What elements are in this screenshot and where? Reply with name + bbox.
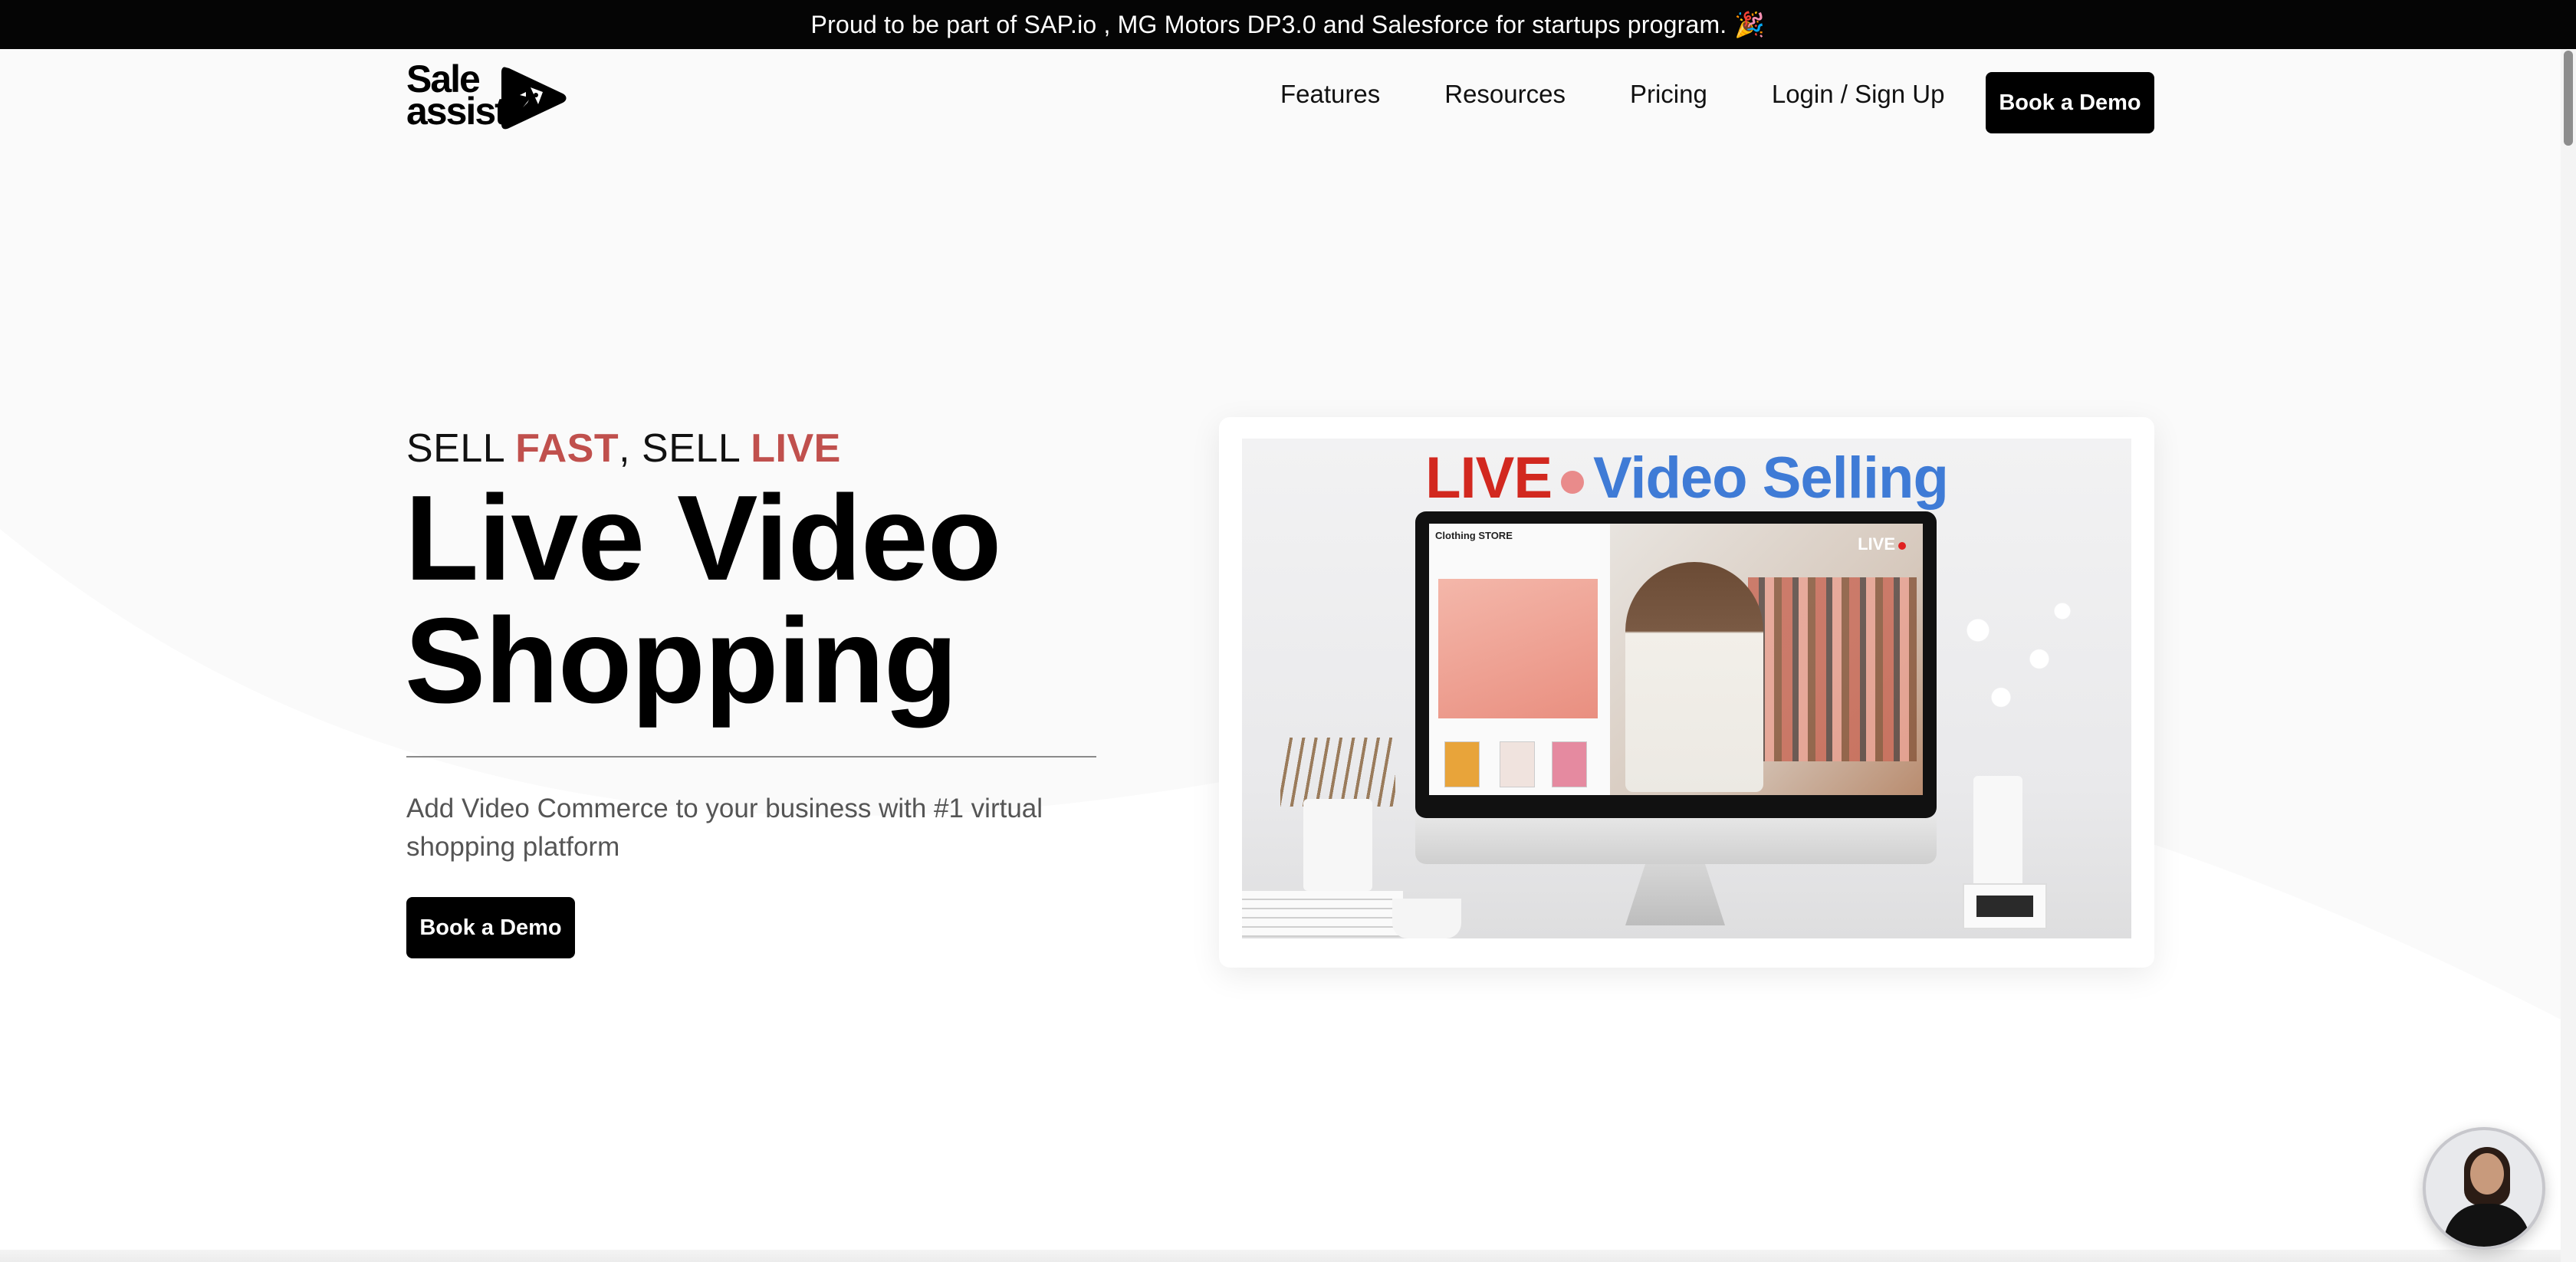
hero-book-demo-button[interactable]: Book a Demo bbox=[406, 897, 575, 958]
live-video-panel: LIVE bbox=[1610, 524, 1923, 795]
party-popper-icon: 🎉 bbox=[1734, 11, 1766, 38]
logo-text: Sale assist bbox=[406, 60, 508, 133]
scrollbar-thumb[interactable] bbox=[2564, 51, 2573, 146]
product-image bbox=[1438, 579, 1598, 718]
eyebrow-accent-fast: FAST bbox=[515, 426, 619, 471]
eyebrow-accent-live: LIVE bbox=[751, 426, 841, 471]
hero-subtitle: Add Video Commerce to your business with… bbox=[406, 794, 1043, 862]
main-nav: Features Resources Pricing Login / Sign … bbox=[1280, 80, 1945, 109]
flowers-decor bbox=[1932, 592, 2085, 784]
hero-divider bbox=[406, 756, 1096, 758]
monitor-screen: Clothing STORE LIVE bbox=[1429, 524, 1923, 795]
monitor-illustration: Clothing STORE LIVE bbox=[1415, 511, 1937, 818]
product-thumb bbox=[1552, 741, 1587, 787]
site-header: Sale assist Features Resources Pricing L… bbox=[0, 49, 2561, 149]
hero-title-line-2: Shopping bbox=[405, 593, 958, 728]
pencil-cup-decor bbox=[1280, 738, 1395, 807]
nav-pricing[interactable]: Pricing bbox=[1630, 80, 1707, 109]
product-thumb bbox=[1444, 741, 1480, 787]
hero-illustration: LIVE Video Selling Clothing STORE LIVE bbox=[1242, 439, 2131, 938]
nav-features[interactable]: Features bbox=[1280, 80, 1380, 109]
header-book-demo-button[interactable]: Book a Demo bbox=[1986, 72, 2154, 133]
media-title-live: LIVE bbox=[1425, 445, 1552, 511]
monitor-stand bbox=[1625, 864, 1725, 925]
media-title: LIVE Video Selling bbox=[1242, 445, 2131, 511]
shop-name: Clothing STORE bbox=[1435, 530, 1513, 541]
hero-media-card: LIVE Video Selling Clothing STORE LIVE bbox=[1219, 417, 2154, 968]
next-section-edge bbox=[0, 1250, 2561, 1262]
hero-title: Live Video Shopping bbox=[405, 477, 1095, 722]
eyebrow-part-1: SELL bbox=[406, 426, 516, 471]
announcement-text: Proud to be part of SAP.io , MG Motors D… bbox=[810, 10, 1727, 38]
nav-login-signup[interactable]: Login / Sign Up bbox=[1772, 80, 1945, 109]
nav-resources[interactable]: Resources bbox=[1444, 80, 1566, 109]
announcement-bar: Proud to be part of SAP.io , MG Motors D… bbox=[0, 0, 2576, 49]
hero-eyebrow: SELL FAST, SELL LIVE bbox=[406, 426, 841, 472]
avatar-head bbox=[2470, 1153, 2504, 1195]
clothing-rack-decor bbox=[1748, 577, 1917, 761]
clock-decor bbox=[1963, 883, 2047, 929]
page: Proud to be part of SAP.io , MG Motors D… bbox=[0, 0, 2576, 1262]
live-badge: LIVE bbox=[1858, 534, 1906, 554]
monitor-chin bbox=[1415, 818, 1937, 864]
live-dot-icon bbox=[1561, 470, 1585, 494]
media-title-video-selling: Video Selling bbox=[1593, 445, 1949, 511]
rocket-play-icon bbox=[501, 67, 567, 130]
avatar-body bbox=[2444, 1204, 2530, 1247]
cup-decor bbox=[1392, 899, 1461, 938]
presenter-figure bbox=[1625, 562, 1763, 792]
product-thumb bbox=[1500, 741, 1535, 787]
hero-title-line-1: Live Video bbox=[405, 471, 1001, 606]
logo-line-2: assist bbox=[406, 90, 508, 133]
video-assistant-avatar[interactable] bbox=[2423, 1127, 2545, 1250]
pencil-holder-decor bbox=[1303, 799, 1372, 891]
brand-logo[interactable]: Sale assist bbox=[406, 58, 567, 135]
eyebrow-part-2: , SELL bbox=[619, 426, 751, 471]
scrollbar-track[interactable] bbox=[2561, 49, 2576, 1262]
vase-decor bbox=[1973, 776, 2022, 891]
shop-panel: Clothing STORE bbox=[1429, 524, 1610, 795]
books-decor bbox=[1242, 891, 1403, 937]
